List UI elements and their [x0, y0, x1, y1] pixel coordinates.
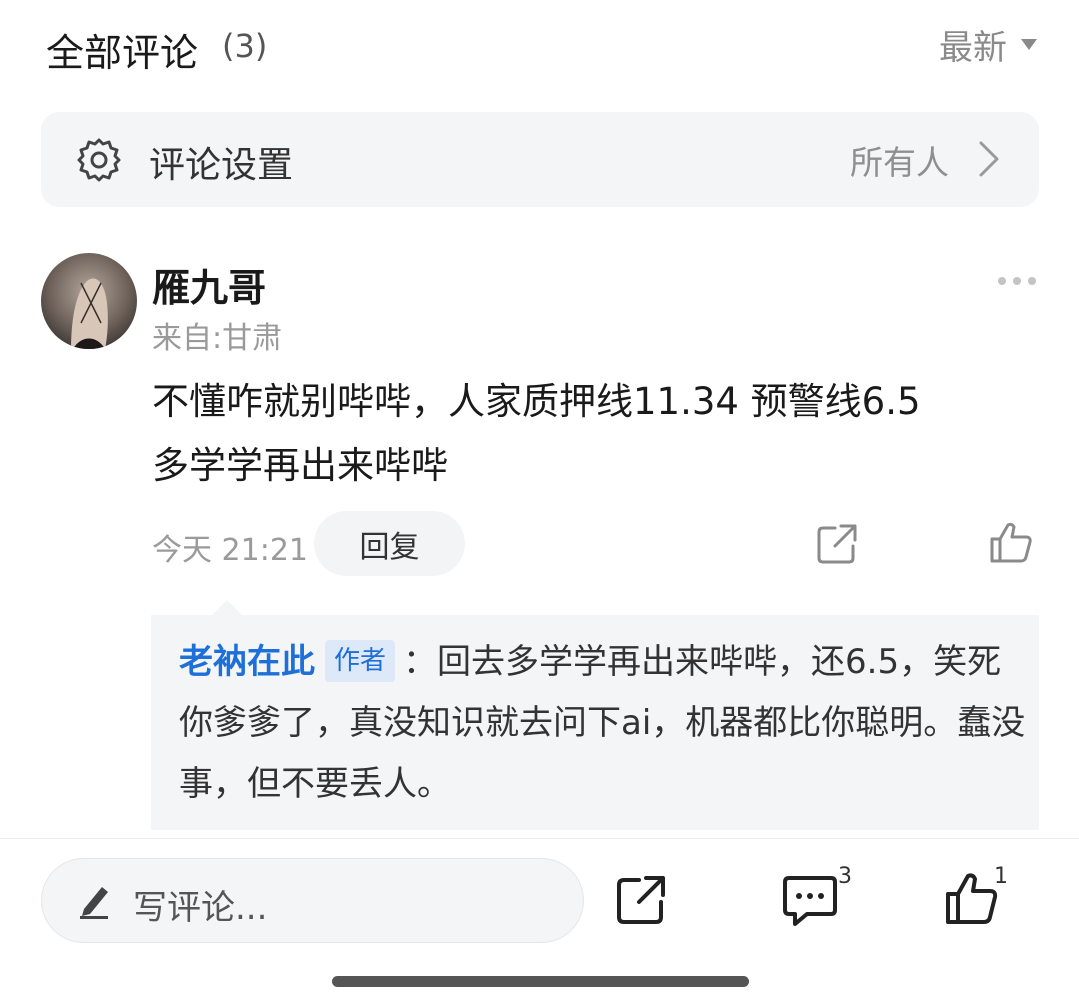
chevron-right-icon: [977, 140, 1001, 178]
gear-icon: [76, 137, 122, 183]
comment-settings-row[interactable]: 评论设置 所有人: [41, 112, 1039, 207]
bottom-divider: [0, 838, 1079, 839]
reply-content: 老衲在此 作者 ：回去多学学再出来哔哔，还6.5，笑死你爹爹了，真没知识就去问下ai…: [179, 632, 1027, 815]
share-icon[interactable]: [615, 874, 667, 926]
comment-time: 今天 21:21: [152, 533, 308, 568]
comments-count: (3): [222, 27, 268, 65]
home-indicator[interactable]: [332, 976, 749, 987]
pencil-icon: [78, 881, 112, 919]
comments-title: 全部评论: [46, 31, 199, 75]
reply-author[interactable]: 老衲在此: [179, 642, 315, 682]
sort-label: 最新: [939, 28, 1007, 68]
write-comment-input[interactable]: 写评论...: [41, 858, 584, 943]
reply-block: 老衲在此 作者 ：回去多学学再出来哔哔，还6.5，笑死你爹爹了，真没知识就去问下ai…: [151, 615, 1039, 830]
more-options-icon[interactable]: [997, 273, 1037, 289]
caret-down-icon: [1021, 39, 1037, 50]
thumbs-up-icon[interactable]: [988, 521, 1034, 565]
thumbs-up-icon[interactable]: [944, 872, 1000, 926]
avatar[interactable]: [41, 253, 137, 349]
reply-pointer: [212, 600, 242, 615]
comment-username[interactable]: 雁九哥: [152, 257, 266, 312]
share-icon[interactable]: [815, 522, 859, 566]
comment-count: 3: [838, 864, 852, 889]
comment-text: 不懂咋就别哔哔，人家质押线11.34 预警线6.5 多学学再出来哔哔: [152, 380, 921, 487]
sort-dropdown[interactable]: 最新: [939, 20, 1037, 69]
like-count: 1: [994, 864, 1008, 889]
comments-header: 全部评论 (3) 最新: [0, 0, 1079, 95]
author-badge: 作者: [325, 640, 396, 682]
settings-value: 所有人: [850, 143, 949, 182]
comment-location: 来自:甘肃: [152, 321, 283, 356]
settings-label: 评论设置: [149, 145, 294, 186]
comment-bubble-icon[interactable]: [781, 874, 839, 928]
write-comment-placeholder: 写评论...: [133, 888, 268, 928]
reply-button[interactable]: 回复: [314, 511, 465, 576]
